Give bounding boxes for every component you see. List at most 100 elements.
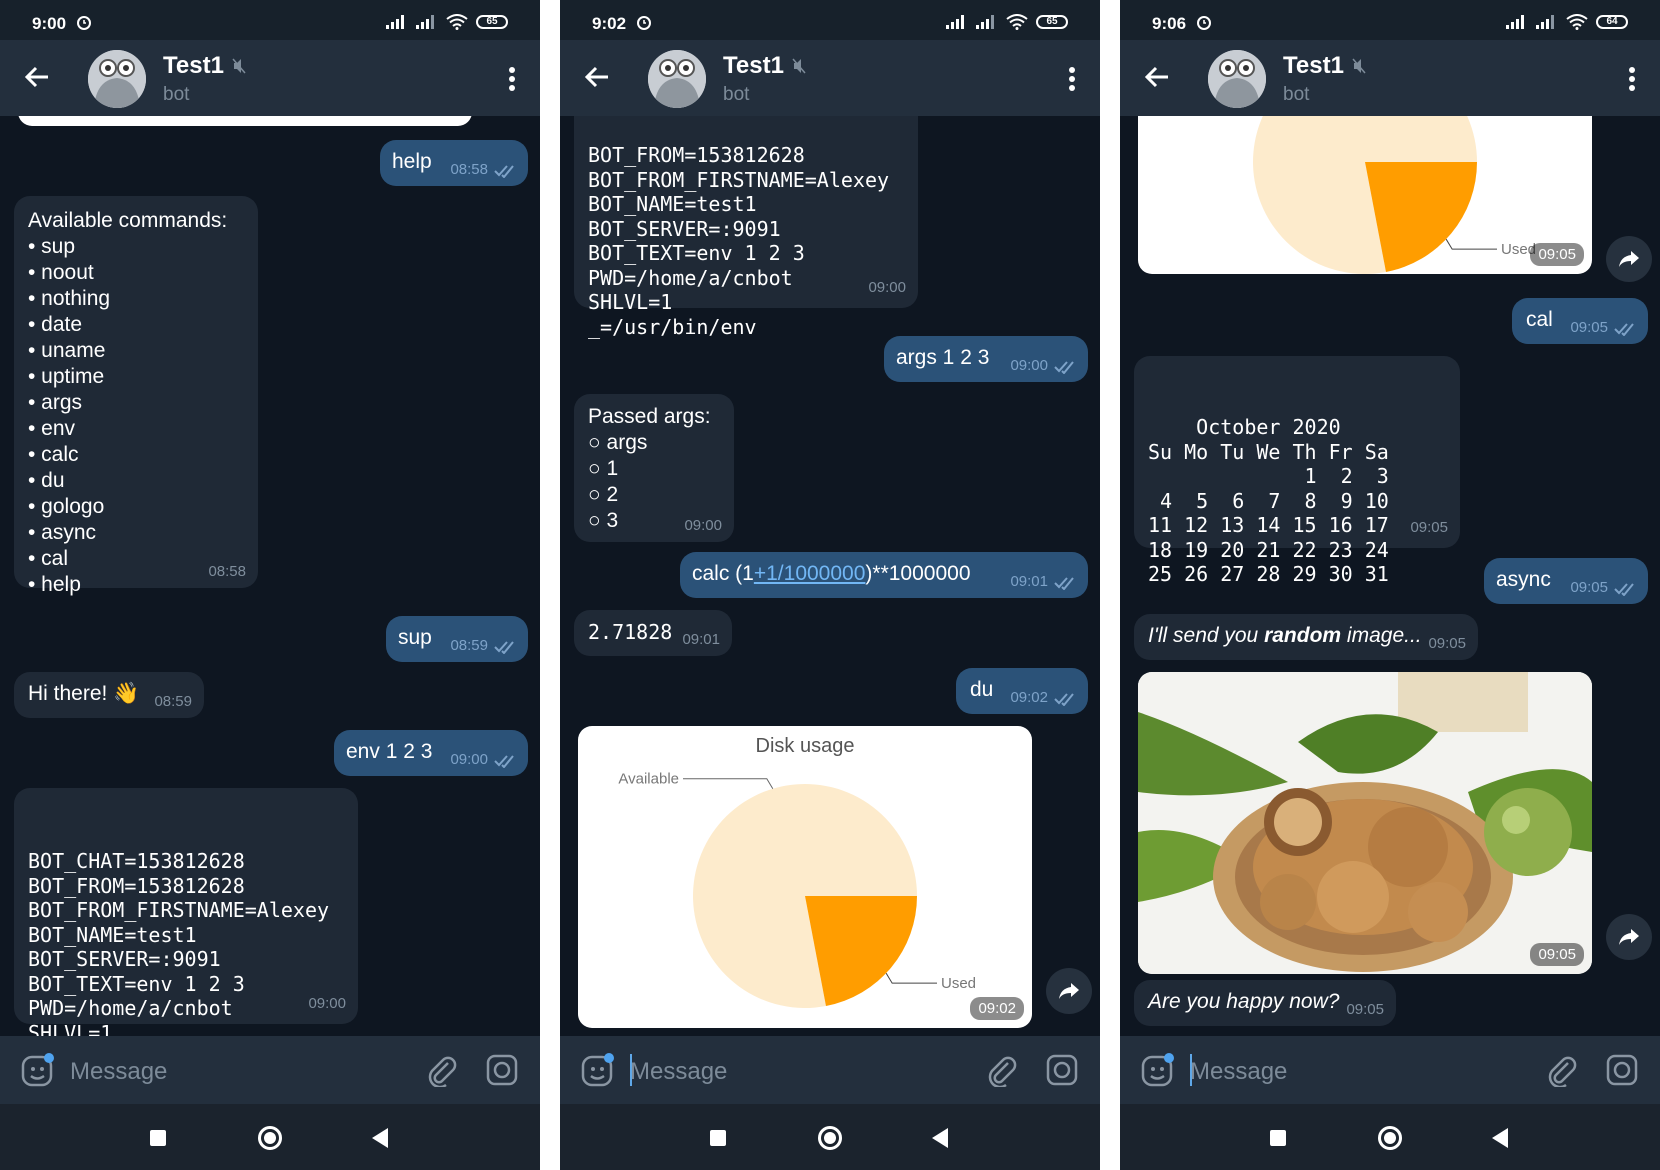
avatar[interactable]	[1208, 50, 1266, 108]
calendar-line: 11 12 13 14 15 16 17	[1148, 513, 1389, 537]
message-time: 09:00	[308, 994, 346, 1012]
share-arrow-icon	[1619, 251, 1639, 267]
share-arrow-icon	[1619, 929, 1639, 945]
attach-icon[interactable]	[984, 1053, 1018, 1087]
back-arrow-icon[interactable]	[1142, 62, 1172, 92]
sticker-icon[interactable]	[1140, 1052, 1176, 1088]
message-out-help[interactable]: help 08:58	[380, 140, 528, 186]
share-button[interactable]	[1606, 914, 1652, 960]
recents-icon[interactable]	[1270, 1130, 1286, 1146]
env-line: PWD=/home/a/cnbot	[28, 996, 233, 1020]
muted-icon	[792, 58, 806, 74]
calendar-line: 4 5 6 7 8 9 10	[1148, 488, 1389, 513]
message-input[interactable]: Message	[630, 1058, 727, 1086]
message-time: 09:05	[1530, 243, 1584, 266]
status-bar: 9:00 65	[0, 0, 540, 40]
attach-icon[interactable]	[1544, 1053, 1578, 1087]
message-in-args-output[interactable]: Passed args: ○ args ○ 1 ○ 2 ○ 3 09:00	[574, 394, 734, 542]
double-check-icon	[494, 165, 514, 178]
message-in-calc-output[interactable]: 2.71828 09:01	[574, 610, 732, 656]
message-text: Hi there! 👋	[28, 682, 140, 705]
avatar[interactable]	[648, 50, 706, 108]
message-in-env-output[interactable]: BOT_FROM=153812628 BOT_FROM_FIRSTNAME=Ale…	[574, 116, 918, 339]
double-check-icon	[1054, 693, 1074, 706]
more-vertical-icon[interactable]	[508, 66, 516, 92]
chat-header: Test1 bot	[560, 40, 1100, 116]
sticker-icon[interactable]	[20, 1052, 56, 1088]
avatar[interactable]	[88, 50, 146, 108]
message-in-hi[interactable]: Hi there! 👋 08:59	[14, 672, 204, 718]
message-in-calendar[interactable]: October 2020 Su Mo Tu We Th Fr Sa 1 2 3 4…	[1134, 356, 1460, 586]
disk-usage-chart-message[interactable]: Available Used Disk usage 09:02	[578, 726, 1032, 1028]
alarm-icon	[77, 16, 91, 30]
camera-icon[interactable]	[1605, 1053, 1639, 1087]
message-out-calc[interactable]: calc (1+1/1000000)**1000000 09:01	[680, 552, 1088, 598]
message-text: help	[392, 150, 432, 173]
calc-link[interactable]: +1/1000000	[754, 562, 866, 585]
message-in-env-output[interactable]: BOT_CHAT=153812628 BOT_FROM=153812628 BOT_…	[14, 788, 358, 1036]
env-line: SHLVL=1	[588, 290, 673, 314]
chat-title[interactable]: Test1	[723, 52, 784, 80]
message-out-async[interactable]: async 09:05	[1484, 558, 1648, 604]
message-input[interactable]: Message	[1190, 1058, 1287, 1086]
more-vertical-icon[interactable]	[1628, 66, 1636, 92]
scrolled-image-bottom[interactable]	[18, 116, 472, 126]
message-text: async	[1496, 568, 1551, 591]
share-button[interactable]	[1046, 968, 1092, 1014]
back-arrow-icon[interactable]	[582, 62, 612, 92]
message-out-sup[interactable]: sup 08:59	[386, 616, 528, 662]
message-input[interactable]: Message	[70, 1058, 167, 1086]
disk-usage-pie-chart: Available Used Disk usage	[618, 735, 976, 1008]
random-bold: random	[1264, 624, 1342, 647]
chat-area[interactable]: BOT_FROM=153812628 BOT_FROM_FIRSTNAME=Ale…	[560, 116, 1100, 1036]
recents-icon[interactable]	[710, 1130, 726, 1146]
message-time: 09:05	[1570, 579, 1608, 596]
command-item: • du	[28, 469, 65, 492]
message-time: 09:05	[1410, 518, 1448, 536]
chat-title[interactable]: Test1	[163, 52, 224, 80]
home-icon[interactable]	[258, 1126, 282, 1150]
message-in-random[interactable]: I'll send you random image... 09:05	[1134, 614, 1478, 660]
chat-header: Test1 bot	[0, 40, 540, 116]
camera-icon[interactable]	[1045, 1053, 1079, 1087]
walnut-photo-message[interactable]: 09:05	[1138, 672, 1592, 974]
back-nav-icon[interactable]	[372, 1128, 388, 1148]
arg-item: ○ 2	[588, 483, 619, 506]
more-vertical-icon[interactable]	[1068, 66, 1076, 92]
share-button[interactable]	[1606, 236, 1652, 282]
back-nav-icon[interactable]	[932, 1128, 948, 1148]
robot-avatar-icon	[88, 50, 146, 108]
signal-icon	[946, 15, 964, 29]
message-time: 09:01	[682, 631, 720, 648]
home-icon[interactable]	[1378, 1126, 1402, 1150]
message-time: 09:00	[1010, 357, 1048, 374]
double-check-icon	[494, 641, 514, 654]
message-out-cal[interactable]: cal 09:05	[1512, 298, 1648, 344]
message-out-env[interactable]: env 1 2 3 09:00	[334, 730, 528, 776]
label-leader-available	[683, 778, 774, 789]
disk-usage-chart-message[interactable]: Used 09:05	[1138, 116, 1592, 274]
message-time: 08:58	[450, 161, 488, 178]
chat-title[interactable]: Test1	[1283, 52, 1344, 80]
home-icon[interactable]	[818, 1126, 842, 1150]
message-in-happy[interactable]: Are you happy now? 09:05	[1134, 980, 1396, 1026]
message-in-commands[interactable]: Available commands: • sup • noout • nothin…	[14, 196, 258, 596]
attach-icon[interactable]	[424, 1053, 458, 1087]
command-item: • env	[28, 417, 76, 440]
back-arrow-icon[interactable]	[22, 62, 52, 92]
message-out-args[interactable]: args 1 2 3 09:00	[884, 336, 1088, 382]
chat-area[interactable]: Used 09:05 cal 09:05 October 2020 Su Mo T…	[1120, 116, 1660, 1036]
sticker-icon[interactable]	[580, 1052, 616, 1088]
walnut-photo	[1138, 672, 1592, 974]
message-time: 09:05	[1346, 1001, 1384, 1018]
env-line: PWD=/home/a/cnbot	[588, 265, 793, 290]
recents-icon[interactable]	[150, 1130, 166, 1146]
chat-header: Test1 bot	[1120, 40, 1660, 116]
camera-icon[interactable]	[485, 1053, 519, 1087]
command-item: • uptime	[28, 365, 105, 388]
message-out-du[interactable]: du 09:02	[956, 668, 1088, 714]
chat-area[interactable]: help 08:58 Available commands: • sup • no…	[0, 116, 540, 1036]
back-nav-icon[interactable]	[1492, 1128, 1508, 1148]
calc-prefix: calc (1	[692, 562, 754, 585]
message-text: calc (1+1/1000000)**1000000	[692, 562, 971, 586]
